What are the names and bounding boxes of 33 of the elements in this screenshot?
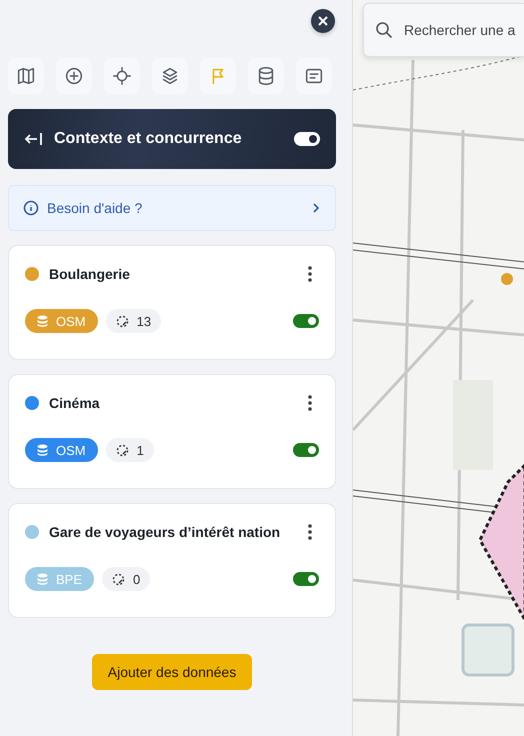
search-icon [375, 21, 393, 39]
collapse-arrow-icon[interactable] [24, 131, 44, 147]
toggle-switch[interactable] [293, 443, 319, 457]
layer-name: Gare de voyageurs d’intérêt nation [49, 524, 282, 540]
count-badge: 0 [102, 567, 150, 591]
plus-icon [63, 65, 85, 87]
layer-name: Cinéma [49, 395, 101, 411]
section-title: Contexte et concurrence [54, 130, 243, 148]
layers-tool-button[interactable] [152, 58, 188, 94]
target-icon [111, 65, 133, 87]
map-icon [15, 65, 37, 87]
info-icon [23, 200, 39, 216]
source-badge: OSM [25, 438, 98, 462]
source-badge: BPE [25, 567, 94, 591]
map-tool-button[interactable] [8, 58, 44, 94]
close-icon [317, 15, 329, 27]
close-button[interactable] [311, 9, 335, 33]
toggle-switch[interactable] [293, 314, 319, 328]
note-tool-button[interactable] [296, 58, 332, 94]
help-link[interactable]: Besoin d'aide ? [8, 185, 336, 231]
source-badge: OSM [25, 309, 98, 333]
help-label[interactable]: Besoin d'aide ? [47, 200, 303, 216]
count-badge: 13 [106, 309, 162, 333]
target-tool-button[interactable] [104, 58, 140, 94]
layer-name: Boulangerie [49, 266, 131, 282]
plus-tool-button[interactable] [56, 58, 92, 94]
chevron-right-icon [311, 202, 321, 214]
database-tool-button[interactable] [248, 58, 284, 94]
search-field[interactable]: Rechercher une a [363, 3, 524, 57]
add-data-button[interactable]: Ajouter des données [92, 654, 252, 690]
toggle-switch[interactable] [294, 132, 320, 146]
count-badge: 1 [106, 438, 154, 462]
toggle-switch[interactable] [293, 572, 319, 586]
